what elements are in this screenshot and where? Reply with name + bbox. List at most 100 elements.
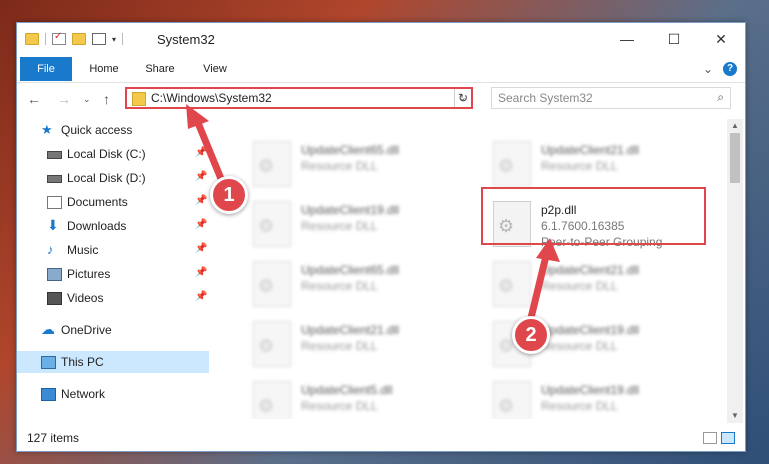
sidebar-item-downloads[interactable]: ⬇ Downloads 📌: [17, 215, 209, 237]
file-item[interactable]: p2p.dll6.1.7600.16385Peer-to-Peer Groupi…: [481, 187, 723, 253]
search-icon[interactable]: ⌕: [717, 90, 724, 105]
customize-toolbar-chevron-icon[interactable]: ▾: [112, 35, 116, 44]
ribbon-controls: ⌄ ?: [703, 62, 737, 76]
highlight-box: [481, 187, 706, 245]
quick-access-toolbar: ▾: [25, 31, 124, 45]
pin-icon[interactable]: 📌: [195, 291, 207, 302]
dll-file-icon: [253, 381, 291, 419]
expand-ribbon-chevron-icon[interactable]: ⌄: [703, 62, 713, 76]
drive-icon: [47, 175, 62, 183]
item-count: 127 items: [27, 431, 80, 445]
pictures-icon: [47, 268, 62, 281]
file-item[interactable]: UpdateClient19.dll Resource DLL: [253, 197, 483, 253]
pin-icon[interactable]: 📌: [195, 267, 207, 278]
scroll-down-arrow-icon[interactable]: ▼: [727, 409, 743, 423]
search-input[interactable]: Search System32 ⌕: [491, 87, 731, 109]
folder-icon: [132, 92, 146, 106]
pin-icon[interactable]: 📌: [195, 195, 207, 206]
sidebar-item-quick-access[interactable]: ★ Quick access: [17, 119, 209, 141]
tab-home[interactable]: Home: [79, 57, 129, 81]
file-description: Resource DLL: [541, 339, 618, 353]
file-name: UpdateClient65.dll: [301, 263, 400, 277]
file-name: UpdateClient65.dll: [301, 143, 400, 157]
recent-locations-chevron-icon[interactable]: ⌄: [83, 94, 91, 105]
file-name: UpdateClient19.dll: [541, 323, 640, 337]
refresh-button[interactable]: ↻: [454, 89, 471, 107]
maximize-button[interactable]: ☐: [652, 23, 696, 55]
computer-icon: [41, 356, 56, 369]
up-button[interactable]: ↑: [103, 91, 110, 107]
file-item[interactable]: UpdateClient21.dll Resource DLL: [493, 257, 723, 313]
tab-file[interactable]: File: [20, 57, 72, 81]
scroll-up-arrow-icon[interactable]: ▲: [727, 119, 743, 133]
sidebar-item-network[interactable]: Network: [17, 383, 209, 405]
annotation-badge-1: 1: [210, 176, 248, 214]
sidebar-item-pictures[interactable]: Pictures 📌: [17, 263, 209, 285]
vertical-scrollbar[interactable]: ▲ ▼: [727, 119, 743, 423]
file-name: UpdateClient19.dll: [541, 383, 640, 397]
file-description: Resource DLL: [541, 399, 618, 413]
sidebar-item-music[interactable]: ♪ Music 📌: [17, 239, 209, 261]
file-item[interactable]: UpdateClient65.dll Resource DLL: [253, 257, 483, 313]
help-icon[interactable]: ?: [723, 62, 737, 76]
documents-icon: [47, 196, 62, 209]
file-description: Resource DLL: [301, 159, 378, 173]
navigation-pane: ★ Quick access Local Disk (C:) 📌 Local Disk …: [17, 119, 209, 419]
annotation-badge-2: 2: [512, 316, 550, 354]
large-icons-view-icon[interactable]: [721, 432, 735, 444]
file-list: UpdateClient65.dllResource DLLUpdateClie…: [213, 119, 723, 419]
address-path[interactable]: C:\Windows\System32: [151, 91, 272, 105]
scrollbar-thumb[interactable]: [730, 133, 740, 183]
sidebar-item-documents[interactable]: Documents 📌: [17, 191, 209, 213]
file-item[interactable]: UpdateClient21.dll Resource DLL: [253, 317, 483, 373]
star-icon: ★: [41, 122, 53, 137]
pin-icon[interactable]: 📌: [195, 147, 207, 158]
dll-file-icon: [493, 141, 531, 187]
address-bar[interactable]: C:\Windows\System32 ⌄: [125, 87, 473, 109]
file-item[interactable]: UpdateClient21.dll Resource DLL: [493, 137, 723, 193]
sidebar-item-label: Network: [61, 387, 106, 401]
window-title: System32: [157, 32, 215, 47]
status-bar: 127 items: [17, 427, 745, 451]
search-placeholder: Search System32: [498, 91, 593, 105]
sidebar-item-onedrive[interactable]: ☁ OneDrive: [17, 319, 209, 341]
details-view-icon[interactable]: [703, 432, 717, 444]
file-description: Resource DLL: [301, 339, 378, 353]
file-item[interactable]: UpdateClient5.dll Resource DLL: [253, 377, 483, 419]
close-button[interactable]: ✕: [699, 23, 743, 55]
minimize-button[interactable]: —: [605, 23, 649, 55]
sidebar-item-this-pc[interactable]: This PC: [17, 351, 209, 373]
dll-file-icon: [253, 261, 291, 307]
sidebar-item-label: Documents: [67, 195, 128, 209]
file-explorer-window: ▾ System32 — ☐ ✕ File Home Share View ⌄ …: [16, 22, 746, 452]
view-toggle: [703, 432, 735, 444]
file-item[interactable]: UpdateClient19.dll Resource DLL: [493, 377, 723, 419]
address-row: ← → ⌄ ↑ C:\Windows\System32 ⌄ ↻ Search S…: [17, 83, 745, 115]
file-name: UpdateClient19.dll: [301, 203, 400, 217]
tab-share[interactable]: Share: [137, 57, 183, 81]
forward-button[interactable]: →: [57, 91, 71, 107]
properties-icon[interactable]: [92, 33, 106, 45]
dll-file-icon: [493, 261, 531, 307]
file-description: Resource DLL: [301, 279, 378, 293]
folder-icon[interactable]: [25, 33, 39, 45]
dll-file-icon: [253, 141, 291, 187]
file-description: Resource DLL: [541, 279, 618, 293]
sidebar-item-label: Local Disk (C:): [67, 147, 146, 161]
pin-icon[interactable]: 📌: [195, 171, 207, 182]
sidebar-item-local-disk-d[interactable]: Local Disk (D:) 📌: [17, 167, 209, 189]
tab-view[interactable]: View: [195, 57, 235, 81]
sidebar-item-videos[interactable]: Videos 📌: [17, 287, 209, 309]
sidebar-item-label: Downloads: [67, 219, 127, 233]
back-button[interactable]: ←: [27, 91, 41, 107]
file-description: Resource DLL: [301, 399, 378, 413]
file-item[interactable]: UpdateClient65.dll Resource DLL: [253, 137, 483, 193]
pin-icon[interactable]: 📌: [195, 219, 207, 230]
drive-icon: [47, 151, 62, 159]
pin-icon[interactable]: 📌: [195, 243, 207, 254]
new-folder-icon[interactable]: [72, 33, 86, 45]
toolbar-separator: [122, 33, 124, 45]
sidebar-item-local-disk-c[interactable]: Local Disk (C:) 📌: [17, 143, 209, 165]
properties-check-icon[interactable]: [52, 31, 66, 45]
sidebar-item-label: Videos: [67, 291, 104, 305]
